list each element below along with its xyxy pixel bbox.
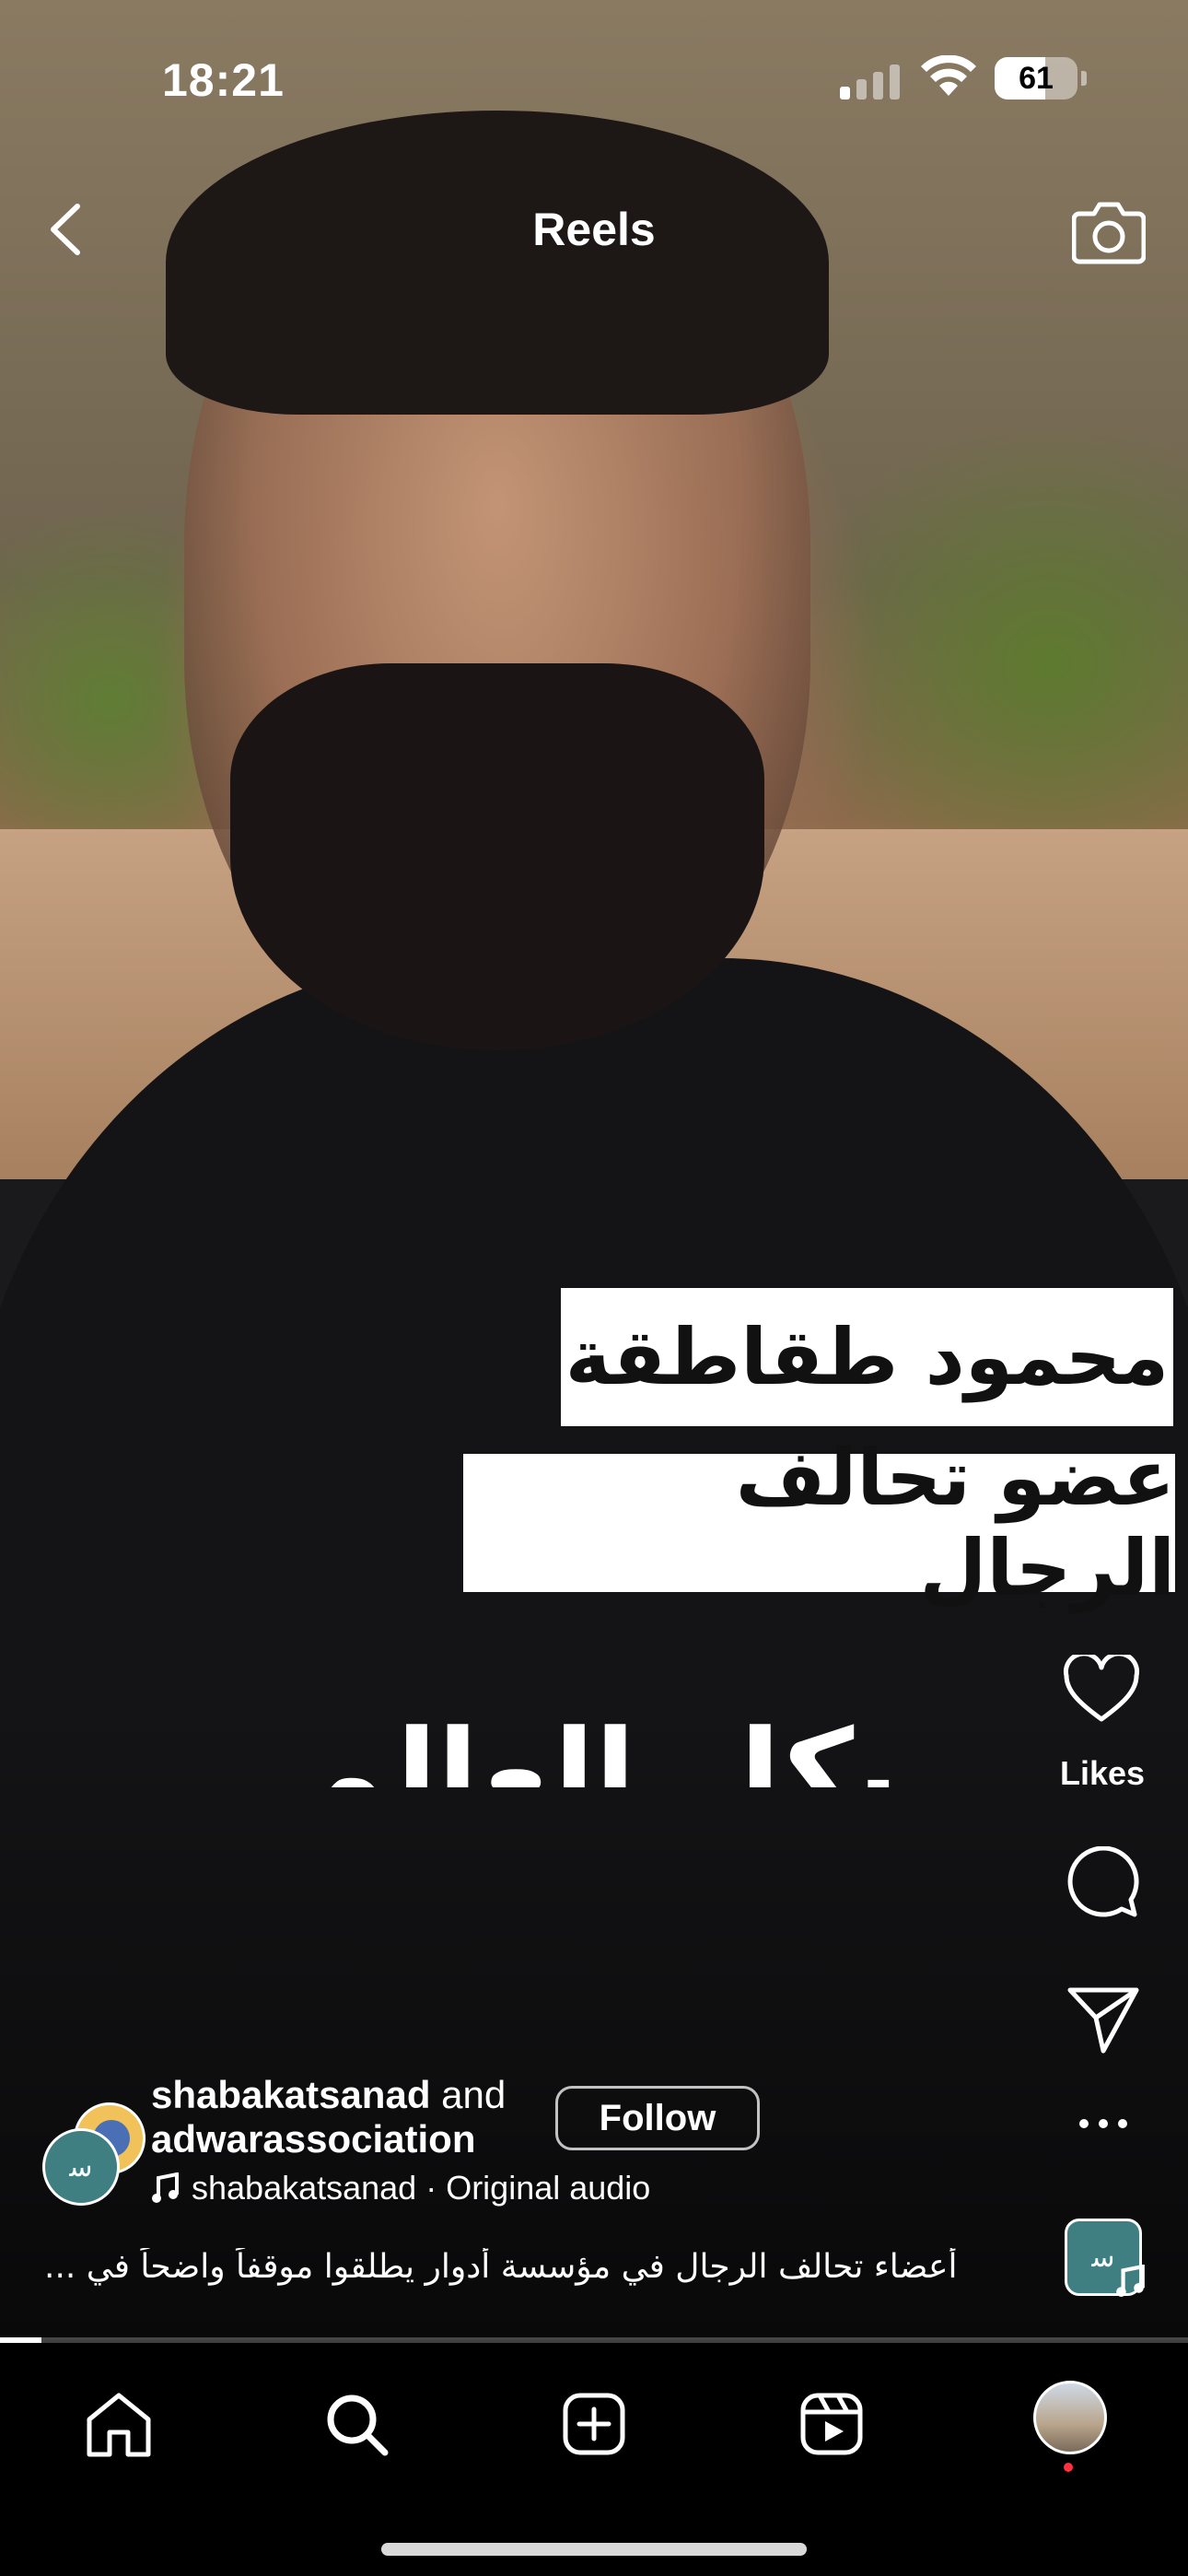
search-icon[interactable]	[315, 2383, 398, 2465]
username-adwarassociation[interactable]: adwarassociation	[151, 2117, 475, 2160]
battery-icon: 61	[995, 57, 1077, 100]
create-icon[interactable]	[553, 2383, 635, 2465]
cellular-signal-icon	[840, 64, 900, 100]
creator-avatars[interactable]: ﺳ	[42, 2102, 146, 2206]
audio-attribution[interactable]: shabakatsanad · Original audio	[151, 2169, 650, 2207]
music-note-icon	[1114, 2264, 1146, 2302]
video-partial-text: بكل العالم	[297, 1704, 900, 1787]
home-indicator[interactable]	[381, 2543, 807, 2556]
heart-icon[interactable]	[1063, 1655, 1140, 1725]
video-caption-name: محمود طقاطقة	[561, 1288, 1173, 1426]
reel-video[interactable]	[0, 0, 1188, 2340]
post-authors: shabakatsanad and adwarassociation	[151, 2073, 506, 2161]
status-time: 18:21	[162, 54, 285, 106]
notification-dot	[1064, 2463, 1073, 2472]
video-progress-fill	[0, 2337, 42, 2343]
share-icon[interactable]	[1066, 1985, 1140, 2055]
avatar-shabakatsanad[interactable]: ﺳ	[42, 2128, 120, 2206]
video-shade	[0, 1695, 1188, 2340]
more-icon[interactable]	[1077, 2117, 1129, 2130]
video-progress-bar[interactable]	[0, 2337, 1188, 2343]
video-caption-role: عضو تحالف الرجال	[463, 1433, 1175, 1613]
username-shabakatsanad[interactable]: shabakatsanad	[151, 2073, 430, 2116]
battery-tip	[1081, 71, 1087, 86]
home-icon[interactable]	[77, 2383, 160, 2465]
battery-percent: 61	[1019, 61, 1054, 96]
music-note-icon	[152, 2172, 179, 2203]
wifi-icon	[921, 54, 976, 102]
comment-icon[interactable]	[1065, 1846, 1140, 1920]
camera-icon[interactable]	[1071, 195, 1147, 270]
reels-icon[interactable]	[790, 2383, 873, 2465]
video-hair	[166, 111, 829, 415]
likes-count-label: Likes	[1059, 1754, 1146, 1792]
and-label: and	[441, 2073, 507, 2116]
post-description[interactable]: أعضاء تحالف الرجال في مؤسسة أدوار يطلقوا…	[44, 2248, 1011, 2286]
video-beard	[230, 663, 764, 1050]
profile-avatar[interactable]	[1033, 2381, 1107, 2454]
follow-button[interactable]: Follow	[555, 2086, 760, 2150]
audio-label: shabakatsanad · Original audio	[192, 2169, 651, 2207]
page-title: Reels	[532, 204, 656, 255]
